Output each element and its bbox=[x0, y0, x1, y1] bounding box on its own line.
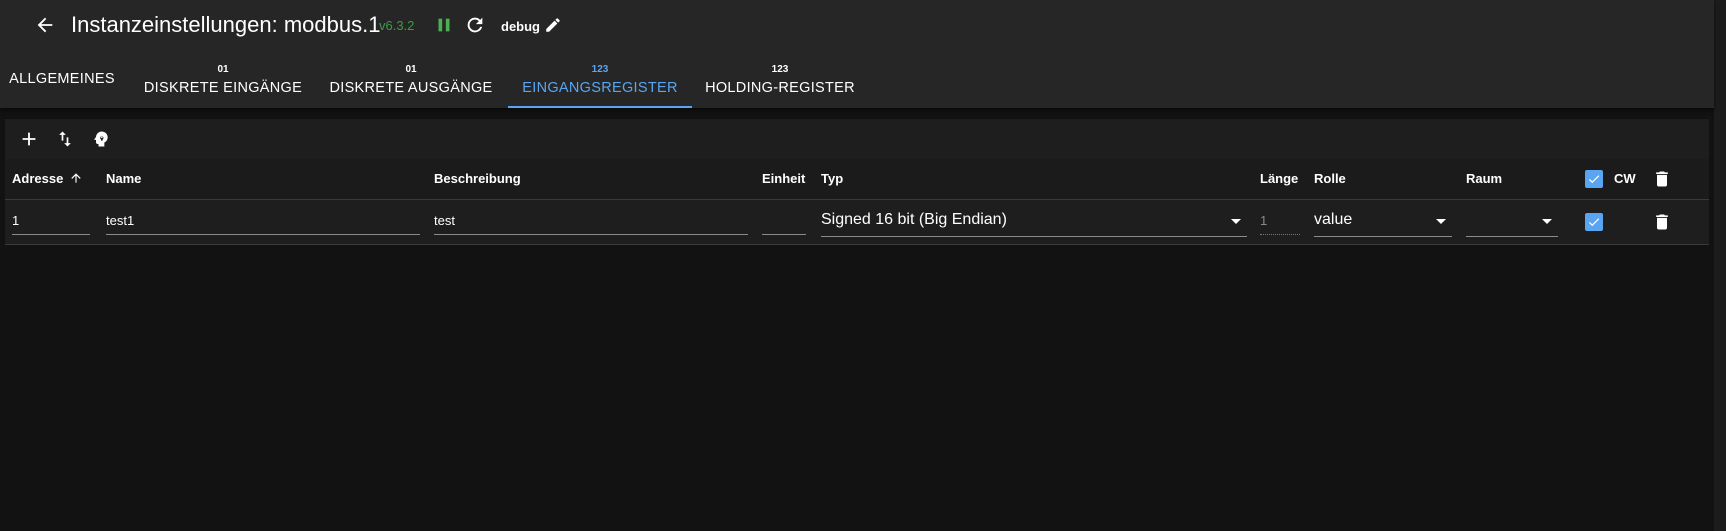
col-type[interactable]: Typ bbox=[821, 171, 843, 186]
name-field[interactable] bbox=[106, 208, 420, 235]
col-length[interactable]: Länge bbox=[1260, 171, 1298, 186]
delete-all-button[interactable] bbox=[1650, 167, 1674, 191]
tab-bar: ALLGEMEINES 01 DISKRETE EINGÄNGE 01 DISK… bbox=[0, 52, 1714, 108]
tab-diskrete-ausgaenge[interactable]: 01 DISKRETE AUSGÄNGE bbox=[326, 52, 496, 108]
chevron-down-icon bbox=[1436, 219, 1446, 224]
length-input bbox=[1260, 208, 1300, 232]
cw-checkbox[interactable] bbox=[1585, 213, 1603, 231]
col-cw: CW bbox=[1614, 171, 1636, 186]
col-role[interactable]: Rolle bbox=[1314, 171, 1346, 186]
unit-input[interactable] bbox=[762, 208, 806, 232]
chevron-down-icon bbox=[1231, 219, 1241, 224]
title-bar: Instanzeinstellungen: modbus.1 v6.3.2 de… bbox=[0, 0, 1714, 52]
tab-label: DISKRETE EINGÄNGE bbox=[143, 80, 303, 96]
arrow-up-icon bbox=[71, 173, 81, 183]
arrow-left-icon bbox=[37, 17, 53, 33]
head-icon bbox=[94, 131, 108, 147]
register-panel: Adresse Name Beschreibung Einheit Typ Lä… bbox=[5, 119, 1709, 245]
chevron-down-icon bbox=[1542, 219, 1552, 224]
address-input[interactable] bbox=[12, 208, 90, 232]
tab-count: 01 bbox=[217, 64, 229, 75]
trash-icon bbox=[1656, 171, 1668, 187]
ai-button[interactable] bbox=[87, 125, 115, 153]
delete-row-button[interactable] bbox=[1650, 210, 1674, 234]
col-room[interactable]: Raum bbox=[1466, 171, 1502, 186]
select-all-checkbox[interactable] bbox=[1585, 170, 1603, 188]
pencil-icon bbox=[546, 18, 560, 32]
table-toolbar bbox=[5, 119, 1709, 159]
page-scrollbar[interactable] bbox=[1714, 0, 1726, 531]
length-field bbox=[1260, 208, 1300, 235]
room-select[interactable] bbox=[1466, 208, 1558, 237]
page-title: Instanzeinstellungen: modbus.1 bbox=[71, 12, 381, 37]
pause-icon bbox=[438, 18, 450, 32]
reload-button[interactable] bbox=[461, 11, 489, 39]
tab-diskrete-eingaenge[interactable]: 01 DISKRETE EINGÄNGE bbox=[138, 52, 308, 108]
plus-icon bbox=[22, 132, 36, 146]
tab-label: EINGANGSREGISTER bbox=[522, 80, 678, 96]
type-value: Signed 16 bit (Big Endian) bbox=[821, 211, 1007, 228]
import-export-button[interactable] bbox=[51, 125, 79, 153]
role-select[interactable]: value bbox=[1314, 208, 1452, 237]
check-icon bbox=[1588, 175, 1600, 184]
col-description[interactable]: Beschreibung bbox=[434, 171, 521, 186]
version-label: v6.3.2 bbox=[379, 18, 415, 33]
address-field[interactable] bbox=[12, 208, 90, 235]
trash-icon bbox=[1656, 214, 1668, 230]
type-select[interactable]: Signed 16 bit (Big Endian) bbox=[821, 208, 1247, 237]
col-unit[interactable]: Einheit bbox=[762, 171, 805, 186]
add-button[interactable] bbox=[15, 125, 43, 153]
description-field[interactable] bbox=[434, 208, 748, 235]
tab-label: ALLGEMEINES bbox=[9, 71, 115, 87]
back-button[interactable] bbox=[30, 10, 60, 40]
unit-field[interactable] bbox=[762, 208, 806, 235]
swap-vert-icon bbox=[59, 131, 71, 147]
tab-label: DISKRETE AUSGÄNGE bbox=[329, 80, 493, 96]
reload-icon bbox=[467, 17, 483, 33]
col-address-label: Adresse bbox=[12, 171, 64, 186]
col-name[interactable]: Name bbox=[106, 171, 141, 186]
col-address[interactable]: Adresse bbox=[12, 171, 83, 186]
table-header: Adresse Name Beschreibung Einheit Typ Lä… bbox=[5, 159, 1709, 200]
tab-count: 01 bbox=[405, 64, 417, 75]
tab-count: 123 bbox=[591, 64, 609, 75]
name-input[interactable] bbox=[106, 208, 420, 232]
edit-loglevel-button[interactable] bbox=[541, 11, 565, 39]
loglevel-label: debug bbox=[501, 19, 540, 34]
description-input[interactable] bbox=[434, 208, 748, 232]
check-icon bbox=[1588, 218, 1600, 227]
tab-allgemeines[interactable]: ALLGEMEINES bbox=[0, 52, 124, 108]
app-bar: Instanzeinstellungen: modbus.1 v6.3.2 de… bbox=[0, 0, 1714, 108]
pause-button[interactable] bbox=[430, 11, 458, 39]
role-value: value bbox=[1314, 211, 1353, 228]
tab-holding-register[interactable]: 123 HOLDING-REGISTER bbox=[700, 52, 860, 108]
tab-eingangsregister[interactable]: 123 EINGANGSREGISTER bbox=[508, 52, 692, 108]
table-row: Signed 16 bit (Big Endian) value bbox=[5, 200, 1709, 245]
tab-count: 123 bbox=[771, 64, 789, 75]
tab-label: HOLDING-REGISTER bbox=[705, 80, 855, 96]
